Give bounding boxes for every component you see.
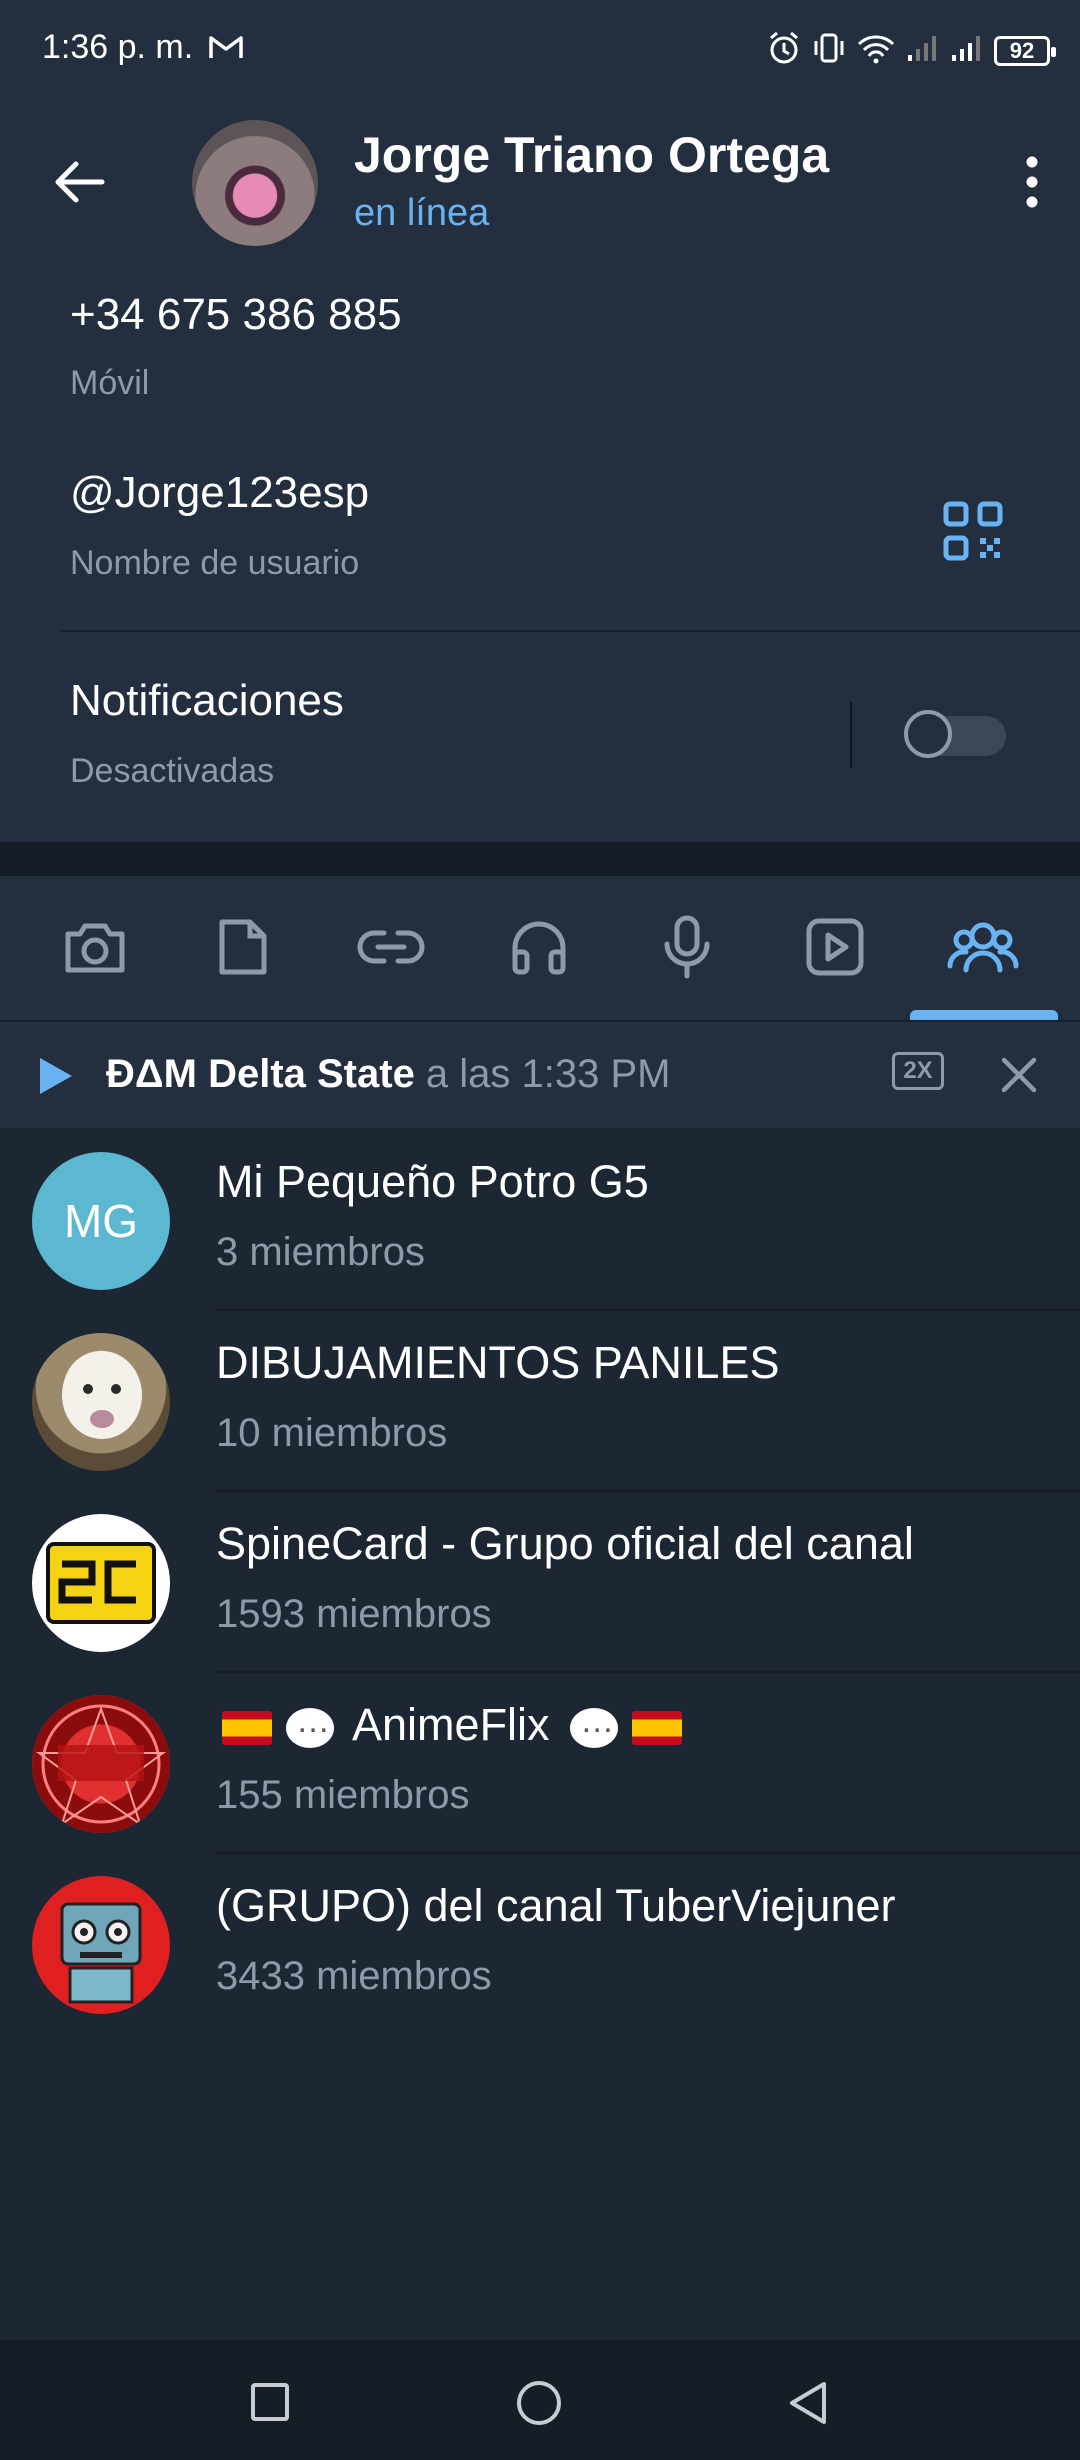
battery-icon: 92: [994, 35, 1056, 66]
spain-flag-icon: [632, 1711, 683, 1746]
group-members: 1593 miembros: [216, 1592, 492, 1636]
tab-files[interactable]: [208, 914, 278, 984]
tab-groups[interactable]: [946, 914, 1020, 984]
avatar-initials: MG: [63, 1195, 139, 1247]
alarm-icon: [766, 30, 802, 71]
tab-video-messages[interactable]: [800, 914, 870, 984]
group-avatar: [32, 1333, 170, 1471]
group-name: DIBUJAMIENTOS PANILES: [216, 1337, 780, 1388]
spain-flag-icon: [222, 1711, 272, 1746]
qr-code-icon[interactable]: [942, 500, 1004, 567]
vibrate-icon: [812, 31, 846, 70]
group-name: SpineCard - Grupo oficial del canal: [216, 1518, 914, 1569]
group-name: AnimeFlix: [216, 1699, 688, 1751]
audio-player-bar[interactable]: ĐΔM Delta State a las 1:33 PM 2X: [0, 1022, 1080, 1128]
section-gap: [0, 842, 1080, 876]
username-label: Nombre de usuario: [70, 544, 360, 582]
status-time: 1:36 p. m.: [42, 28, 194, 66]
profile-info: +34 675 386 885 Móvil @Jorge123esp Nombr…: [0, 268, 1080, 842]
more-options-icon[interactable]: [1024, 156, 1040, 213]
phone-number[interactable]: +34 675 386 885: [70, 290, 402, 340]
tab-photos[interactable]: [60, 914, 130, 984]
player-title: ĐΔM Delta State: [106, 1052, 415, 1096]
signal-icon-2: [950, 33, 984, 68]
chat-header: Jorge Triano Ortega en línea: [0, 100, 1080, 270]
contact-avatar[interactable]: [192, 120, 318, 246]
back-nav-icon[interactable]: [786, 2380, 830, 2431]
status-bar: 1:36 p. m. 92: [0, 0, 1080, 100]
username[interactable]: @Jorge123esp: [70, 468, 369, 518]
contact-name: Jorge Triano Ortega: [354, 127, 830, 183]
play-icon[interactable]: [36, 1056, 74, 1101]
close-icon[interactable]: [1000, 1056, 1038, 1099]
group-members: 155 miembros: [216, 1773, 470, 1817]
notifications-state: Desactivadas: [70, 752, 275, 790]
list-item[interactable]: MG Mi Pequeño Potro G5 3 miembros: [0, 1130, 1080, 1311]
tab-music[interactable]: [504, 914, 574, 984]
wifi-icon: [856, 32, 896, 69]
tab-voice[interactable]: [652, 914, 722, 984]
vertical-divider: [850, 702, 852, 768]
notifications-toggle[interactable]: [904, 710, 1006, 758]
group-avatar: [32, 1695, 170, 1833]
list-item[interactable]: DIBUJAMIENTOS PANILES 10 miembros: [0, 1311, 1080, 1492]
phone-label: Móvil: [70, 364, 150, 402]
signal-icon-1: [906, 33, 940, 68]
group-name: (GRUPO) del canal TuberViejuner: [216, 1880, 896, 1931]
playback-speed-button[interactable]: 2X: [892, 1052, 944, 1090]
contact-status: en línea: [354, 192, 490, 234]
list-item[interactable]: (GRUPO) del canal TuberViejuner 3433 mie…: [0, 1854, 1080, 2035]
group-avatar: MG: [32, 1152, 170, 1290]
groups-icon: [946, 918, 1020, 981]
camera-icon: [62, 918, 128, 981]
toggle-knob: [904, 710, 952, 758]
home-icon[interactable]: [516, 2380, 562, 2431]
group-members: 3433 miembros: [216, 1954, 492, 1998]
group-members: 3 miembros: [216, 1230, 425, 1274]
player-time: a las 1:33 PM: [414, 1052, 671, 1096]
speech-bubble-icon: [570, 1702, 619, 1749]
video-icon: [804, 916, 866, 983]
headphones-icon: [509, 918, 569, 981]
file-icon: [216, 916, 270, 983]
group-avatar: [32, 1876, 170, 2014]
group-members: 10 miembros: [216, 1411, 448, 1455]
link-icon: [356, 927, 426, 972]
group-name-text: AnimeFlix: [342, 1699, 563, 1750]
list-item[interactable]: SpineCard - Grupo oficial del canal 1593…: [0, 1492, 1080, 1673]
media-tabs: [0, 876, 1080, 1022]
tab-links[interactable]: [356, 914, 426, 984]
notifications-label[interactable]: Notificaciones: [70, 676, 344, 726]
divider: [60, 630, 1080, 632]
active-tab-indicator: [910, 1010, 1058, 1020]
group-avatar: [32, 1514, 170, 1652]
gmail-icon: [208, 33, 244, 66]
player-track[interactable]: ĐΔM Delta State a las 1:33 PM: [106, 1052, 671, 1097]
mic-icon: [662, 914, 712, 985]
speech-bubble-icon: [286, 1702, 334, 1749]
recents-icon[interactable]: [250, 2382, 290, 2427]
group-name: Mi Pequeño Potro G5: [216, 1156, 649, 1207]
list-item[interactable]: AnimeFlix 155 miembros: [0, 1673, 1080, 1854]
back-arrow-icon[interactable]: [52, 160, 106, 209]
system-nav-bar: [0, 2340, 1080, 2460]
